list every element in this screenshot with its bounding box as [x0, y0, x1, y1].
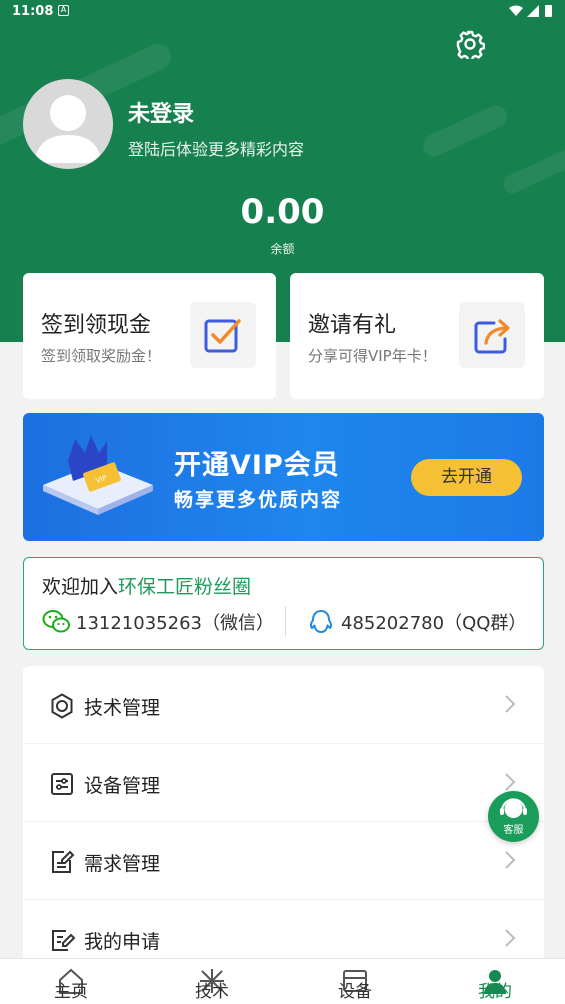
chevron-right-icon [505, 851, 516, 869]
avatar[interactable] [23, 79, 113, 169]
invite-icon-box [459, 302, 525, 368]
qq-penguin-icon [309, 610, 333, 633]
qq-contact[interactable]: 485202780（QQ群） [307, 609, 539, 635]
checkin-card[interactable]: 签到领现金 签到领取奖励金！ [23, 273, 276, 399]
tab-label: 我的 [478, 982, 512, 1002]
menu-item-demand[interactable]: 需求管理 [23, 822, 544, 900]
signal-icon [527, 5, 539, 17]
edit-note-icon [52, 850, 75, 873]
wechat-icon [42, 610, 70, 633]
menu-label: 设备管理 [84, 775, 161, 797]
service-label: 客服 [503, 825, 524, 836]
status-icons [509, 5, 552, 17]
menu-label: 需求管理 [84, 853, 161, 875]
bottom-tab-bar: 主页 技术 设备 我的 [0, 958, 565, 1004]
fan-group-box: 欢迎加入环保工匠粉丝圈 13121035263（微信） 485202780（QQ… [23, 557, 544, 650]
vip-banner[interactable]: VIP 开通VIP会员 畅享更多优质内容 去开通 [23, 413, 544, 541]
tab-home[interactable]: 主页 [21, 959, 121, 1004]
invite-subtitle: 分享可得VIP年卡！ [308, 347, 437, 365]
tab-mine[interactable]: 我的 [445, 959, 545, 1004]
gear-icon[interactable] [455, 29, 485, 59]
menu-item-tech[interactable]: 技术管理 [23, 666, 544, 744]
status-a-badge: A [58, 5, 69, 16]
wifi-icon [509, 5, 523, 16]
vip-crown-illustration: VIP [43, 435, 153, 515]
login-prompt[interactable]: 登陆后体验更多精彩内容 [128, 136, 304, 160]
fan-group-title: 欢迎加入环保工匠粉丝圈 [42, 572, 251, 599]
tab-label: 设备 [338, 982, 372, 1002]
tab-device[interactable]: 设备 [305, 959, 405, 1004]
checkin-icon-box [190, 302, 256, 368]
vip-subtitle: 畅享更多优质内容 [174, 489, 343, 511]
share-arrow-icon [474, 319, 510, 354]
balance-value: 0.00 [240, 192, 325, 232]
status-bar: 11:08 A [0, 0, 565, 26]
invite-title: 邀请有礼 [308, 313, 397, 338]
decor-stripe [419, 102, 511, 160]
invite-card[interactable]: 邀请有礼 分享可得VIP年卡！ [290, 273, 544, 399]
fan-title-prefix: 欢迎加入 [42, 576, 119, 598]
qq-number: 485202780（QQ群） [341, 613, 527, 634]
chevron-right-icon [505, 929, 516, 947]
battery-icon [545, 5, 552, 17]
checkin-subtitle: 签到领取奖励金！ [41, 347, 162, 365]
menu-label: 我的申请 [84, 931, 161, 953]
menu-label: 技术管理 [84, 697, 161, 719]
chevron-right-icon [505, 773, 516, 791]
menu-item-applications[interactable]: 我的申请 [23, 900, 544, 966]
chevron-right-icon [505, 695, 516, 713]
balance-label: 余额 [270, 242, 295, 256]
tab-label: 主页 [54, 982, 88, 1002]
gear-outline-icon [51, 693, 73, 719]
menu-item-equipment[interactable]: 设备管理 [23, 744, 544, 822]
tab-label: 技术 [195, 982, 229, 1002]
application-icon [52, 930, 75, 951]
status-time: 11:08 [12, 4, 54, 19]
customer-service-button[interactable]: 客服 [488, 791, 539, 842]
contact-divider [285, 606, 286, 636]
checkbox-icon [204, 319, 241, 353]
tab-tech[interactable]: 技术 [162, 959, 262, 1004]
fan-title-highlight: 环保工匠粉丝圈 [118, 576, 252, 598]
wechat-number: 13121035263（微信） [76, 613, 274, 634]
equipment-icon [51, 773, 73, 795]
wechat-contact[interactable]: 13121035263（微信） [42, 609, 282, 635]
vip-title: 开通VIP会员 [174, 450, 340, 481]
checkin-title: 签到领现金 [41, 313, 152, 338]
user-name[interactable]: 未登录 [128, 96, 194, 128]
decor-stripe [500, 141, 565, 197]
default-avatar-icon [35, 95, 101, 163]
menu-list: 技术管理 设备管理 需求管理 我的申请 [23, 666, 544, 966]
open-vip-button[interactable]: 去开通 [411, 459, 522, 496]
